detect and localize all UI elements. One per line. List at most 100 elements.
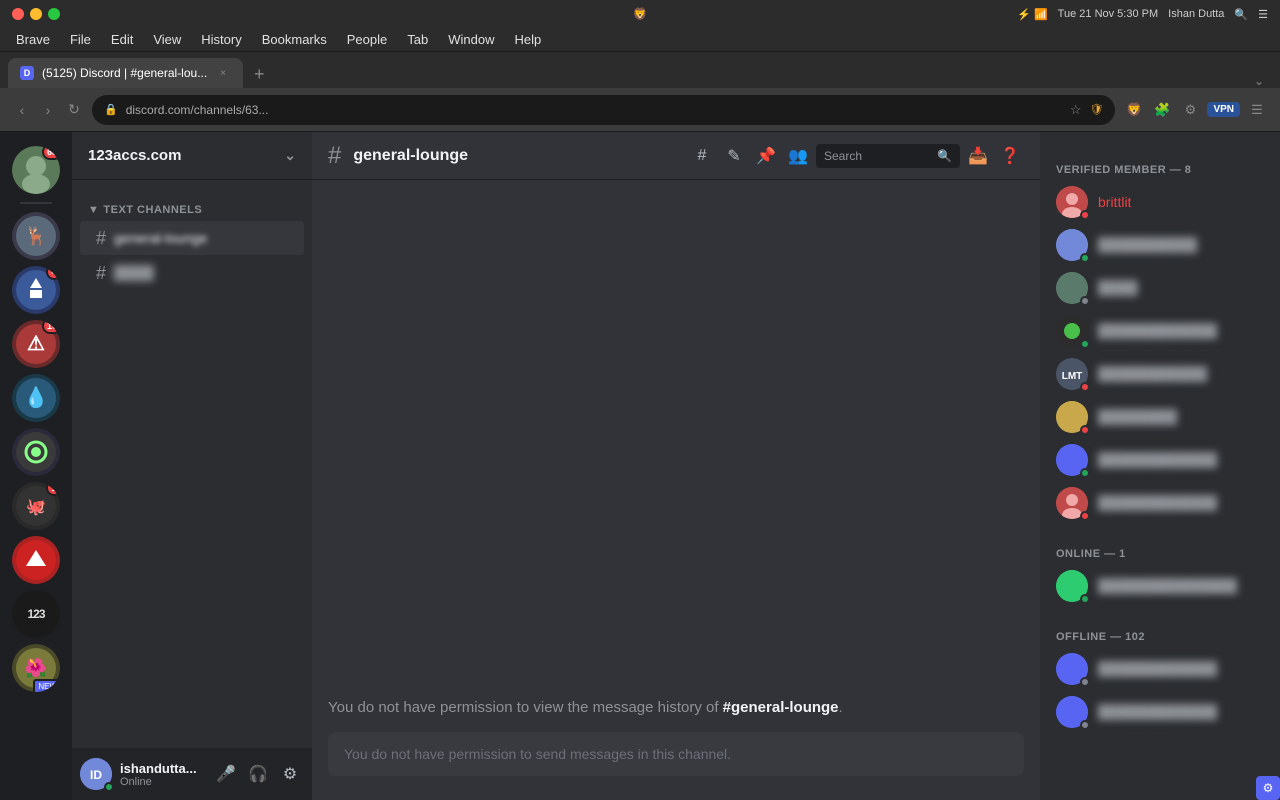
server-item-2[interactable]: 🦌 — [12, 212, 60, 260]
member-avatar-4 — [1056, 315, 1088, 347]
new-tab-button[interactable]: + — [245, 60, 273, 88]
svg-text:🌺: 🌺 — [25, 657, 47, 678]
no-permission-message: You do not have permission to view the m… — [328, 683, 1024, 732]
window-controls[interactable] — [12, 8, 60, 20]
user-avatar: ID — [80, 758, 112, 790]
menu-people[interactable]: People — [339, 30, 395, 49]
menu-brave[interactable]: Brave — [8, 30, 58, 49]
menu-help[interactable]: Help — [506, 30, 549, 49]
shield-icon: 🛡 — [1089, 103, 1103, 116]
inbox-icon[interactable]: 📥 — [964, 142, 992, 170]
server-separator — [20, 202, 52, 204]
menu-file[interactable]: File — [62, 30, 99, 49]
active-tab[interactable]: D (5125) Discord | #general-lou... × — [8, 58, 243, 88]
text-channels-category[interactable]: ▼ TEXT CHANNELS — [72, 188, 312, 220]
members-icon[interactable]: 👥 — [784, 142, 812, 170]
settings-icon[interactable]: ⚙ — [276, 760, 304, 788]
user-status-dot — [104, 782, 114, 792]
browser-chrome: ‹ › ↻ 🔒 discord.com/channels/63... ☆ 🛡 🦁… — [0, 88, 1280, 132]
member-item-4[interactable]: ████████████ — [1048, 310, 1272, 352]
server-item-4[interactable]: ⚠ 10 — [12, 320, 60, 368]
server-header[interactable]: 123accs.com ⌄ — [72, 132, 312, 180]
member-item-6[interactable]: ████████ — [1048, 396, 1272, 438]
menu-window[interactable]: Window — [440, 30, 502, 49]
address-bar[interactable]: 🔒 discord.com/channels/63... ☆ 🛡 — [92, 95, 1115, 125]
server-item-7[interactable]: 🐙 1 — [12, 482, 60, 530]
vpn-badge[interactable]: VPN — [1207, 102, 1240, 117]
member-item-online-1[interactable]: ██████████████ — [1048, 565, 1272, 607]
member-item-7[interactable]: ████████████ — [1048, 439, 1272, 481]
channel-item-2[interactable]: # ████ — [80, 256, 304, 290]
tab-close-button[interactable]: × — [215, 65, 231, 81]
reload-button[interactable]: ↻ — [64, 100, 84, 120]
pinned-icon[interactable]: 📌 — [752, 142, 780, 170]
member-item-brittlit[interactable]: brittlit — [1048, 181, 1272, 223]
menu-edit[interactable]: Edit — [103, 30, 141, 49]
member-avatar-5: LMT — [1056, 358, 1088, 390]
server-item-9[interactable]: 🌺 NEW — [12, 644, 60, 692]
menu-tab[interactable]: Tab — [399, 30, 436, 49]
channel-item-general-lounge[interactable]: # general-lounge — [80, 221, 304, 255]
member-status-2 — [1080, 253, 1090, 263]
search-box[interactable]: Search 🔍 — [816, 144, 960, 168]
extensions-icon[interactable]: 🧩 — [1151, 99, 1173, 121]
brave-rewards-icon[interactable]: 🦁 — [1123, 99, 1145, 121]
channel-header-icons: # ✎ 📌 👥 Search 🔍 📥 ❓ — [688, 142, 1024, 170]
list-icon[interactable]: ☰ — [1258, 8, 1268, 21]
maximize-button[interactable] — [48, 8, 60, 20]
back-button[interactable]: ‹ — [12, 100, 32, 120]
member-status-6 — [1080, 425, 1090, 435]
member-item-offline-2[interactable]: ████████████ — [1048, 691, 1272, 733]
server-item-8[interactable] — [12, 536, 60, 584]
user-name: ishandutta... — [120, 761, 204, 776]
server-name: 123accs.com — [88, 147, 284, 164]
member-item-3[interactable]: ████ — [1048, 267, 1272, 309]
menu-history[interactable]: History — [193, 30, 249, 49]
menu-bar: Brave File Edit View History Bookmarks P… — [0, 28, 1280, 52]
member-name-7: ████████████ — [1098, 452, 1217, 468]
search-icon[interactable]: 🔍 — [1234, 8, 1248, 21]
server-item-123[interactable]: 123 — [12, 590, 60, 638]
forward-button[interactable]: › — [38, 100, 58, 120]
offline-members-header: OFFLINE — 102 — [1040, 615, 1280, 647]
menu-view[interactable]: View — [145, 30, 189, 49]
menu-icon[interactable]: ☰ — [1246, 99, 1268, 121]
member-item-2[interactable]: ██████████ — [1048, 224, 1272, 266]
member-name-6: ████████ — [1098, 409, 1177, 425]
member-avatar-3 — [1056, 272, 1088, 304]
server-item-3[interactable]: 4 — [12, 266, 60, 314]
browser-icon: 🦁 — [633, 7, 648, 21]
url-text: discord.com/channels/63... — [126, 103, 269, 117]
tab-bar: D (5125) Discord | #general-lou... × + ⌄ — [0, 52, 1280, 88]
server-item-6[interactable] — [12, 428, 60, 476]
member-item-offline-1[interactable]: ████████████ — [1048, 648, 1272, 690]
channel-header-hash-icon: # — [328, 142, 341, 170]
member-avatar-online-1 — [1056, 570, 1088, 602]
minimize-button[interactable] — [30, 8, 42, 20]
menu-bookmarks[interactable]: Bookmarks — [254, 30, 335, 49]
edit-icon[interactable]: ✎ — [720, 142, 748, 170]
close-button[interactable] — [12, 8, 24, 20]
browser-toolbar-icons: 🦁 🧩 ⚙ VPN ☰ — [1123, 99, 1268, 121]
member-status-brittlit — [1080, 210, 1090, 220]
server-item-5[interactable]: 💧 — [12, 374, 60, 422]
member-item-8[interactable]: ████████████ — [1048, 482, 1272, 524]
tab-title: (5125) Discord | #general-lou... — [42, 66, 207, 80]
settings-icon[interactable]: ⚙ — [1179, 99, 1201, 121]
verified-members-header: VERIFIED MEMBER — 8 — [1040, 148, 1280, 180]
user-status: Online — [120, 776, 204, 788]
svg-text:LMT: LMT — [1062, 371, 1083, 382]
server-sidebar: 68 🦌 4 ⚠ 10 💧 — [0, 132, 72, 800]
threads-icon[interactable]: # — [688, 142, 716, 170]
member-item-5[interactable]: LMT ███████████ — [1048, 353, 1272, 395]
member-avatar-7 — [1056, 444, 1088, 476]
online-members-header: ONLINE — 1 — [1040, 532, 1280, 564]
help-icon[interactable]: ❓ — [996, 142, 1024, 170]
new-badge: NEW — [33, 679, 60, 692]
svg-text:🐙: 🐙 — [26, 499, 46, 516]
mute-icon[interactable]: 🎤 — [212, 760, 240, 788]
settings-overlay-icon[interactable]: ⚙ — [1256, 776, 1280, 800]
server-item-1[interactable]: 68 — [12, 146, 60, 194]
deafen-icon[interactable]: 🎧 — [244, 760, 272, 788]
member-status-online-1 — [1080, 594, 1090, 604]
